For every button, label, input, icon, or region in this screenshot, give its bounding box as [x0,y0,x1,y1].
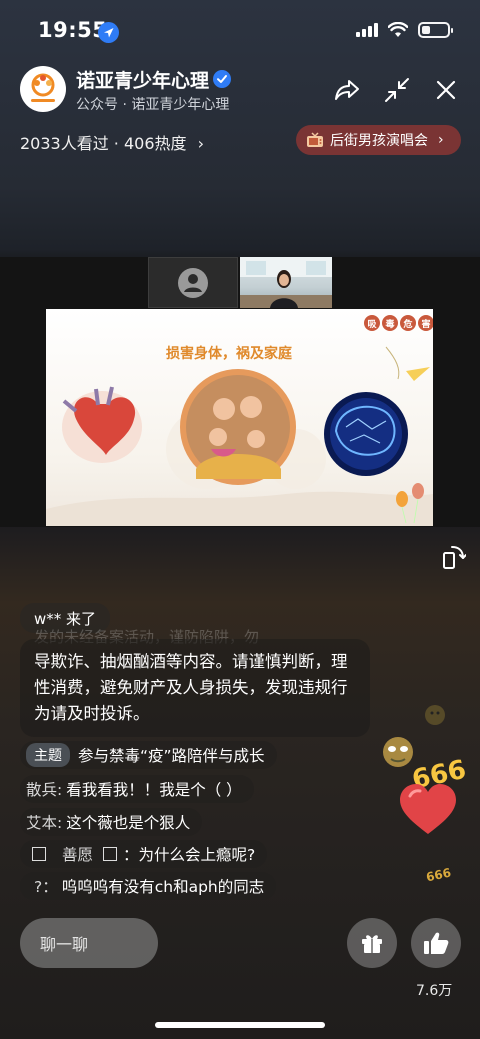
comment-user: 善愿 [62,846,94,864]
concert-label: 后街男孩演唱会 [330,133,428,149]
verified-badge-icon [213,70,231,88]
thumbs-up-icon [424,932,449,954]
emoji-face-icon [425,705,445,725]
reaction-666-small: 666 [424,865,453,885]
wifi-icon [388,22,408,37]
home-indicator[interactable] [155,1022,325,1028]
topic-tag: 主题 [26,743,70,767]
presentation-slide: 损害身体，祸及家庭 吸 毒 危 害 [46,309,433,526]
slide-badge-2: 毒 [382,315,398,331]
emoji-face-icon [383,737,413,767]
comment-item[interactable]: 散兵: 看我看我！！我是个（ ） [20,775,254,803]
comment-text: 这个薇也是个狠人 [66,814,191,832]
comment-user: 散兵: [26,781,63,799]
heart-icon [400,784,456,834]
concert-arrow: › [438,132,444,148]
user-placeholder-icon [178,267,208,298]
status-indicators [356,22,453,38]
comment-text: 看我看我！！我是个（ ） [66,781,242,799]
topic-text: 参与禁毒“疫”路陪伴与成长 [78,747,265,765]
slide-badge-4: 害 [418,315,433,331]
share-icon[interactable] [333,76,361,104]
tv-icon [307,132,323,147]
slide-badge-3: 危 [400,315,416,331]
account-subtitle: 公众号 · 诺亚青少年心理 [76,97,230,113]
comment-user: 艾本: [26,814,63,832]
box-glyph-icon [103,847,118,861]
stats-text: 2033人看过 · 406热度 [20,134,187,153]
gift-button[interactable] [347,918,397,968]
account-avatar[interactable] [20,66,66,112]
comment-user: ?： [34,878,58,896]
comment-item[interactable]: ?： 呜呜呜有没有ch和aph的同志 [20,872,277,900]
chat-input[interactable]: 聊一聊 [20,918,158,968]
battery-icon [418,22,453,38]
camera-feed-presenter [240,257,332,308]
location-icon [98,22,119,43]
platform-notice: 导欺诈、抽烟酗酒等内容。请谨慎判断，理性消费，避免财产及人身损失，发现违规行为请… [20,639,370,737]
rotate-screen-icon[interactable] [442,544,467,570]
slide-badge-1: 吸 [364,315,380,331]
cellular-signal-icon [356,23,378,37]
account-name[interactable]: 诺亚青少年心理 [76,66,209,93]
status-time: 19:55 [38,18,108,42]
minimize-icon[interactable] [383,76,411,104]
like-count: 7.6万 [416,983,453,999]
gift-icon [362,935,382,953]
camera-feed-empty [148,257,238,308]
comment-item[interactable]: 善愿 ：为什么会上瘾呢? [20,840,268,868]
slide-title: 损害身体，祸及家庭 [166,346,292,362]
close-icon[interactable] [432,76,460,104]
like-button[interactable] [411,918,461,968]
box-glyph-icon [32,847,46,861]
topic-row[interactable]: 主题 参与禁毒“疫”路陪伴与成长 [20,741,277,769]
stats-arrow: › [197,134,205,153]
comment-item[interactable]: 艾本: 这个薇也是个狠人 [20,808,203,836]
comment-text: ：为什么会上瘾呢? [123,846,256,864]
comment-text: 呜呜呜有没有ch和aph的同志 [61,878,265,896]
concert-promo-button[interactable]: 后街男孩演唱会 › [296,125,461,155]
view-stats[interactable]: 2033人看过 · 406热度 › [20,130,204,154]
